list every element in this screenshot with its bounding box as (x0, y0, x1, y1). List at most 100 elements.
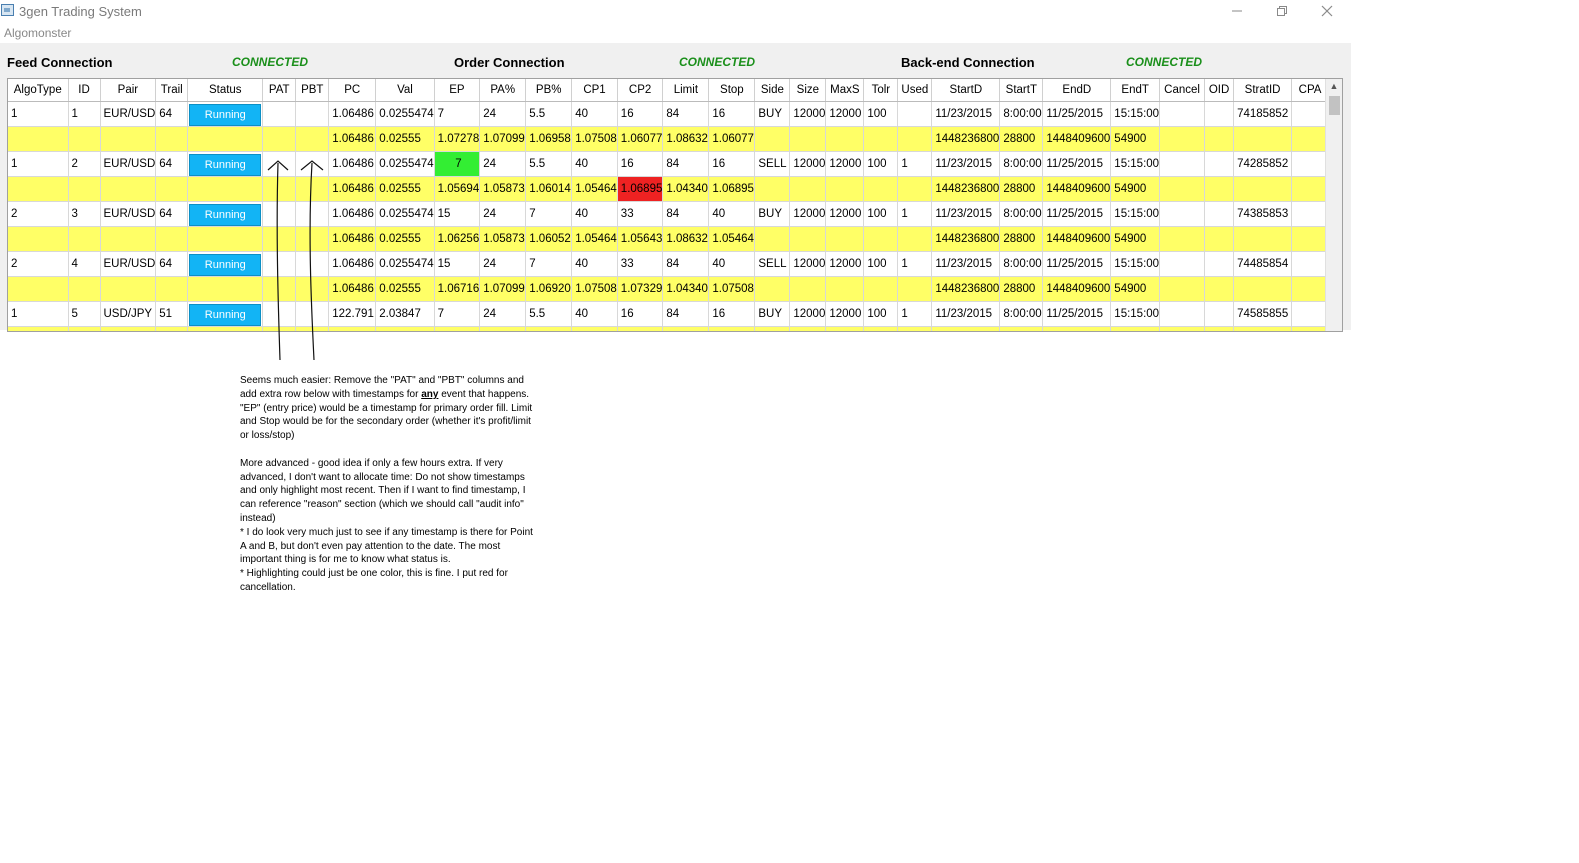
cell-limit[interactable]: 84 (662, 301, 710, 327)
cell-cpa[interactable] (1291, 176, 1330, 202)
column-header-pat[interactable]: PAT (262, 79, 297, 102)
cell-side[interactable]: SELL (754, 151, 791, 177)
cell-status[interactable] (187, 226, 264, 252)
cell-pa[interactable]: 1.07099 (479, 126, 527, 152)
cell-oid[interactable] (1204, 301, 1235, 327)
cell-size[interactable] (789, 126, 827, 152)
cell-trail[interactable] (155, 126, 189, 152)
cell-pat[interactable] (262, 101, 297, 127)
cell-pc[interactable]: 1.06486 (328, 201, 377, 227)
cell-oid[interactable] (1204, 226, 1235, 252)
cell-val[interactable]: 0.0255474 (375, 151, 435, 177)
table-row[interactable]: 2 4 EUR/USD 64 Running 1.06486 0.0255474 15 24 7 4… (8, 251, 1330, 277)
cell-trail[interactable] (155, 226, 189, 252)
cell-cancel[interactable] (1159, 151, 1206, 177)
table-row[interactable]: 1 2 EUR/USD 64 Running 1.06486 0.0255474 7 24 5.5… (8, 151, 1330, 177)
cell-status[interactable] (187, 126, 264, 152)
cell-pb[interactable] (525, 326, 573, 331)
cell-cpa[interactable] (1291, 326, 1330, 331)
cell-startt[interactable]: 28800 (999, 226, 1044, 252)
cell-pc[interactable]: 1.06486 (328, 126, 377, 152)
cell-ep[interactable]: 1.06716 (434, 276, 481, 302)
cell-tolr[interactable]: 100 (863, 301, 899, 327)
cell-algotype[interactable]: 2 (8, 251, 69, 277)
cell-cpa[interactable] (1291, 201, 1330, 227)
cell-cp2[interactable]: 1.07329 (617, 276, 664, 302)
cell-val[interactable]: 0.02555 (375, 226, 435, 252)
cell-stratid[interactable] (1233, 176, 1293, 202)
cell-pair[interactable]: EUR/USD (100, 251, 157, 277)
column-header-status[interactable]: Status (187, 79, 264, 102)
cell-used[interactable] (897, 126, 933, 152)
cell-cpa[interactable] (1291, 226, 1330, 252)
cell-pb[interactable]: 7 (525, 251, 573, 277)
cell-tolr[interactable] (863, 126, 899, 152)
cell-cp2[interactable]: 33 (617, 251, 664, 277)
cell-pb[interactable]: 7 (525, 201, 573, 227)
cell-pc[interactable] (328, 326, 377, 331)
cell-oid[interactable] (1204, 326, 1235, 331)
cell-pat[interactable] (262, 226, 297, 252)
cell-algotype[interactable] (8, 176, 69, 202)
cell-oid[interactable] (1204, 126, 1235, 152)
cell-pair[interactable]: EUR/USD (100, 151, 157, 177)
cell-cpa[interactable] (1291, 151, 1330, 177)
cell-endd[interactable]: 11/25/2015 (1042, 101, 1112, 127)
cell-stratid[interactable]: 74585855 (1233, 301, 1293, 327)
cell-status[interactable] (187, 326, 264, 331)
cell-ep[interactable]: 7 (434, 151, 481, 177)
algo-grid[interactable]: AlgoType ID Pair Trail Status PAT PBT PC Val EP PA… (7, 78, 1343, 332)
cell-pbt[interactable] (295, 176, 330, 202)
cell-side[interactable] (754, 326, 791, 331)
cell-pb[interactable]: 1.06014 (525, 176, 573, 202)
cell-pbt[interactable] (295, 201, 330, 227)
close-button[interactable] (1313, 1, 1341, 21)
cell-stratid[interactable] (1233, 126, 1293, 152)
timestamp-row[interactable] (8, 326, 1330, 331)
cell-val[interactable]: 0.02555 (375, 176, 435, 202)
cell-id[interactable] (68, 176, 101, 202)
status-running-button[interactable]: Running (189, 303, 262, 326)
cell-endt[interactable]: 15:15:00 (1110, 251, 1161, 277)
cell-limit[interactable]: 1.04340 (662, 176, 710, 202)
cell-id[interactable]: 2 (68, 151, 101, 177)
cell-endt[interactable]: 15:15:00 (1110, 301, 1161, 327)
cell-pat[interactable] (262, 126, 297, 152)
cell-pbt[interactable] (295, 126, 330, 152)
cell-cpa[interactable] (1291, 126, 1330, 152)
cell-cp1[interactable]: 1.05464 (571, 176, 618, 202)
cell-oid[interactable] (1204, 151, 1235, 177)
timestamp-row[interactable]: 1.06486 0.02555 1.07278 1.07099 1.06958 1.075… (8, 126, 1330, 152)
column-header-ep[interactable]: EP (434, 79, 481, 102)
cell-cp2[interactable]: 16 (617, 151, 664, 177)
timestamp-row[interactable]: 1.06486 0.02555 1.06256 1.05873 1.06052 1.054… (8, 226, 1330, 252)
cell-startt[interactable] (999, 326, 1044, 331)
cell-endt[interactable]: 54900 (1110, 126, 1161, 152)
cell-cancel[interactable] (1159, 326, 1206, 331)
cell-algotype[interactable]: 2 (8, 201, 69, 227)
cell-size[interactable] (789, 226, 827, 252)
cell-pat[interactable] (262, 276, 297, 302)
cell-stratid[interactable]: 74385853 (1233, 201, 1293, 227)
cell-size[interactable] (789, 326, 827, 331)
cell-pc[interactable]: 1.06486 (328, 101, 377, 127)
cell-maxs[interactable] (825, 126, 865, 152)
cell-endd[interactable]: 1448409600 (1042, 126, 1112, 152)
cell-oid[interactable] (1204, 176, 1235, 202)
cell-status[interactable]: Running (187, 301, 264, 327)
cell-pc[interactable]: 1.06486 (328, 226, 377, 252)
cell-maxs[interactable]: 12000 (825, 101, 865, 127)
table-row[interactable]: 2 3 EUR/USD 64 Running 1.06486 0.0255474 15 24 7 4… (8, 201, 1330, 227)
cell-algotype[interactable]: 1 (8, 151, 69, 177)
cell-startd[interactable]: 11/23/2015 (931, 301, 1001, 327)
cell-ep[interactable]: 1.06256 (434, 226, 481, 252)
cell-pbt[interactable] (295, 226, 330, 252)
cell-startt[interactable]: 8:00:00 (999, 251, 1044, 277)
column-header-side[interactable]: Side (754, 79, 791, 102)
cell-ep[interactable]: 1.05694 (434, 176, 481, 202)
cell-status[interactable] (187, 276, 264, 302)
cell-pb[interactable]: 5.5 (525, 301, 573, 327)
cell-limit[interactable]: 84 (662, 151, 710, 177)
cell-val[interactable]: 0.0255474 (375, 201, 435, 227)
cell-stop[interactable]: 1.05464 (708, 226, 756, 252)
